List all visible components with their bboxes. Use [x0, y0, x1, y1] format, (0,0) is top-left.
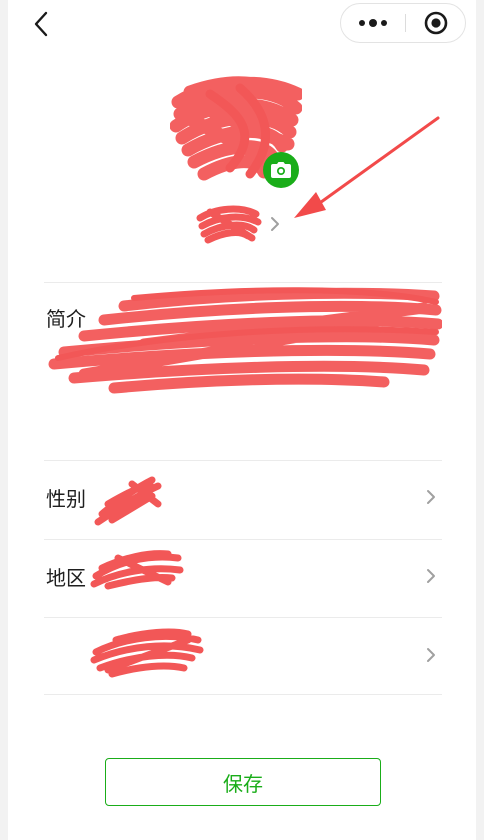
bio-textarea[interactable] [44, 284, 442, 459]
chevron-right-icon [427, 569, 435, 583]
chevron-right-icon [427, 648, 435, 662]
save-button[interactable]: 保存 [105, 758, 381, 806]
more-dots-icon [359, 19, 387, 27]
chevron-left-icon [34, 11, 48, 37]
region-label: 地区 [46, 566, 86, 590]
more-button[interactable] [341, 4, 405, 42]
gender-label: 性别 [46, 487, 86, 511]
divider [44, 694, 442, 695]
edit-profile-page: 简介 性别 地区 保存 [8, 0, 476, 840]
chevron-right-icon [427, 490, 435, 504]
nickname-row[interactable] [196, 200, 292, 246]
redacted-field-row[interactable] [44, 618, 442, 694]
target-circle-icon [424, 11, 448, 35]
change-avatar-button[interactable] [263, 152, 299, 188]
region-row[interactable] [44, 540, 442, 618]
camera-icon [271, 162, 291, 178]
gender-row[interactable] [44, 461, 442, 539]
close-miniprogram-button[interactable] [406, 4, 466, 42]
menu-capsule [340, 3, 466, 43]
bio-redaction-scribble [48, 287, 442, 394]
back-button[interactable] [26, 8, 56, 40]
nickname-redaction-scribble [196, 205, 262, 244]
chevron-right-icon [271, 217, 279, 231]
divider [44, 282, 442, 283]
